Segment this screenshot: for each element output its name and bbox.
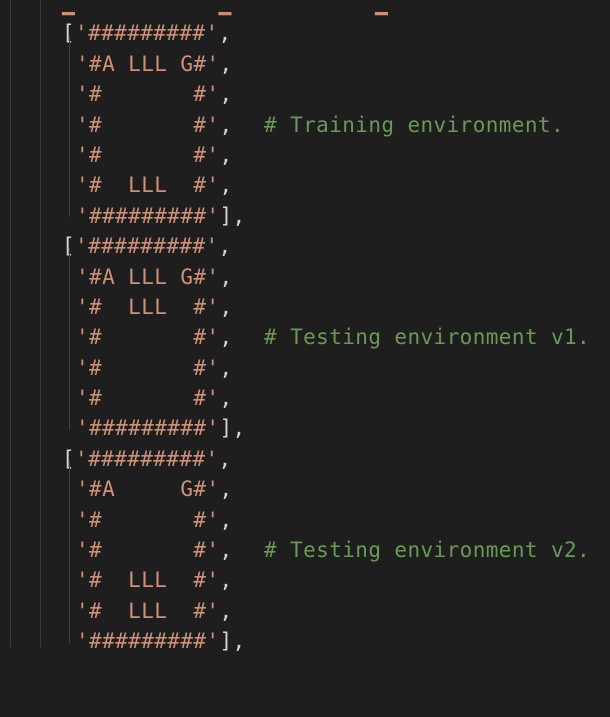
string-literal: '# #', (76, 535, 233, 565)
string-literal: '#A LLL G#', (76, 49, 233, 79)
string-literal: '# LLL #', (76, 292, 233, 322)
code-line: '# LLL #', (0, 596, 610, 626)
comma: , (218, 446, 232, 471)
string-literal: '# #', (76, 110, 233, 140)
string-literal: '# #', (76, 383, 233, 413)
code-line-partial: ▁ ▁ ▁ (0, 0, 610, 18)
comma: , (219, 294, 233, 319)
close-bracket: ], (219, 203, 246, 228)
code-line: '# LLL #', (0, 170, 610, 200)
comma: , (219, 507, 233, 532)
code-line: ['#########', (0, 444, 610, 474)
code-line: '# #', # Testing environment v1. (0, 322, 610, 352)
comma: , (219, 568, 233, 593)
wall-row: '#########' (76, 203, 220, 228)
comma: , (219, 538, 233, 563)
grid-row: '# #' (76, 112, 220, 137)
wall-row: '#########' (76, 629, 220, 654)
code-line: '#A G#', (0, 474, 610, 504)
indent-guide (69, 461, 70, 643)
string-literal: '#########'], (76, 626, 246, 656)
code-line: '# #', # Testing environment v2. (0, 535, 610, 565)
comma: , (219, 82, 233, 107)
code-line: '# #', (0, 79, 610, 109)
comma: , (219, 355, 233, 380)
code-line: ['#########', (0, 18, 610, 48)
grid-row: '#A LLL G#' (76, 264, 220, 289)
grid-row: '# #' (76, 82, 220, 107)
code-editor[interactable]: ▁ ▁ ▁ ['#########', '#A LLL G#', '# #', … (0, 0, 610, 653)
string-literal: '# #', (76, 79, 233, 109)
comma: , (218, 234, 232, 259)
string-literal: '# LLL #', (76, 596, 233, 626)
comma: , (219, 477, 233, 502)
grid-row: '# #' (76, 355, 220, 380)
comma: , (218, 21, 232, 46)
string-literal: '# #', (76, 140, 233, 170)
code-line: '# #', (0, 353, 610, 383)
wall-row: '#########' (75, 446, 219, 471)
code-line: '# LLL #', (0, 565, 610, 595)
wall-row: '#########' (76, 416, 220, 441)
code-comment: # Training environment. (264, 112, 564, 137)
comma: , (219, 264, 233, 289)
close-bracket: ], (219, 416, 246, 441)
code-line: '# #', (0, 140, 610, 170)
comma: , (219, 142, 233, 167)
string-partial: ▁ ▁ ▁ (62, 0, 389, 15)
code-line: '#########'], (0, 201, 610, 231)
code-line: '#########'], (0, 626, 610, 656)
string-literal: ['#########', (62, 444, 232, 474)
grid-row: '# LLL #' (76, 568, 220, 593)
comma: , (219, 598, 233, 623)
grid-row: '# #' (76, 386, 220, 411)
comma: , (219, 386, 233, 411)
code-line: '# LLL #', (0, 292, 610, 322)
string-literal: '# LLL #', (76, 170, 233, 200)
indent-guide (69, 248, 70, 430)
code-line: '#A LLL G#', (0, 262, 610, 292)
code-line: '#########'], (0, 413, 610, 443)
grid-row: '# #' (76, 538, 220, 563)
string-literal: '#########'], (76, 413, 246, 443)
wall-row: '#########' (75, 234, 219, 259)
grid-row: '#A G#' (76, 477, 220, 502)
wall-row: '#########' (75, 21, 219, 46)
grid-row: '# LLL #' (76, 598, 220, 623)
grid-row: '#A LLL G#' (76, 51, 220, 76)
code-line: '# #', (0, 505, 610, 535)
string-literal: '# #', (76, 322, 233, 352)
string-literal: '# #', (76, 353, 233, 383)
grid-row: '# LLL #' (76, 173, 220, 198)
string-literal: '#########'], (76, 201, 246, 231)
indent-guide (69, 35, 70, 217)
code-line: '# #', # Training environment. (0, 110, 610, 140)
string-literal: '#A G#', (76, 474, 233, 504)
code-comment: # Testing environment v1. (264, 325, 591, 350)
comma: , (219, 325, 233, 350)
string-literal: ['#########', (62, 231, 232, 261)
code-line: ['#########', (0, 231, 610, 261)
grid-row: '# LLL #' (76, 294, 220, 319)
comma: , (219, 173, 233, 198)
code-line: '#A LLL G#', (0, 49, 610, 79)
code-lines: ▁ ▁ ▁ ['#########', '#A LLL G#', '# #', … (0, 0, 610, 657)
comma: , (219, 51, 233, 76)
string-literal: '#A LLL G#', (76, 262, 233, 292)
close-bracket: ], (219, 629, 246, 654)
grid-row: '# #' (76, 507, 220, 532)
string-literal: '# LLL #', (76, 565, 233, 595)
string-literal: '# #', (76, 505, 233, 535)
grid-row: '# #' (76, 325, 220, 350)
string-literal: ['#########', (62, 18, 232, 48)
comma: , (219, 112, 233, 137)
code-line: '# #', (0, 383, 610, 413)
code-comment: # Testing environment v2. (264, 538, 591, 563)
grid-row: '# #' (76, 142, 220, 167)
